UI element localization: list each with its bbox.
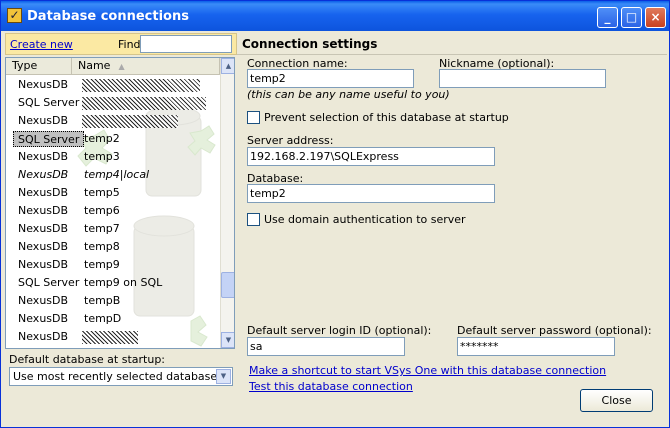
test-connection-link[interactable]: Test this database connection: [249, 380, 413, 393]
list-row[interactable]: NexusDB temp7: [6, 220, 220, 238]
list-header: Type Name ▲: [6, 58, 220, 75]
obscured-name: [82, 97, 206, 110]
list-scrollbar[interactable]: ▲ ▼: [220, 58, 234, 348]
window-title: Database connections: [27, 9, 189, 24]
minimize-button[interactable]: _: [597, 7, 618, 28]
list-row[interactable]: SQL Server: [6, 94, 220, 112]
connection-settings-title: Connection settings: [242, 37, 378, 51]
prevent-startup-checkbox[interactable]: [247, 111, 260, 124]
database-connections-window: ✓ Database connections _ □ × Create new …: [0, 0, 670, 428]
row-type: NexusDB: [18, 312, 69, 325]
divider: [237, 54, 667, 55]
list-row[interactable]: NexusDB: [6, 76, 220, 94]
domain-auth-label[interactable]: Use domain authentication to server: [264, 213, 466, 226]
row-type: NexusDB: [18, 114, 69, 127]
row-name: temp4|local: [84, 168, 150, 181]
list-row[interactable]: NexusDB temp4|local: [6, 166, 220, 184]
close-button[interactable]: Close: [580, 389, 653, 412]
row-name: tempB: [84, 294, 121, 307]
row-name: temp9: [84, 258, 120, 271]
column-header-type[interactable]: Type: [6, 58, 72, 75]
domain-auth-checkbox[interactable]: [247, 213, 260, 226]
obscured-name: [82, 79, 200, 92]
row-type: NexusDB: [18, 294, 69, 307]
column-header-type-label: Type: [12, 59, 38, 72]
row-type: NexusDB: [18, 150, 69, 163]
create-new-link[interactable]: Create new: [10, 38, 73, 51]
login-id-label: Default server login ID (optional):: [247, 324, 432, 337]
prevent-startup-label[interactable]: Prevent selection of this database at st…: [264, 111, 509, 124]
row-type: NexusDB: [18, 258, 69, 271]
list-row[interactable]: SQL Server temp9 on SQL: [6, 274, 220, 292]
row-type: SQL Server: [13, 131, 85, 147]
row-type: NexusDB: [18, 204, 69, 217]
row-name: temp9 on SQL: [84, 276, 163, 289]
list-row[interactable]: NexusDB temp3: [6, 148, 220, 166]
row-name: temp8: [84, 240, 120, 253]
list-row-selected[interactable]: SQL Server temp2: [6, 130, 220, 148]
row-type: NexusDB: [18, 330, 69, 343]
nickname-input[interactable]: [439, 69, 606, 88]
column-header-name-label: Name: [78, 59, 111, 72]
default-database-select[interactable]: Use most recently selected database ▼: [9, 367, 233, 386]
scroll-down-arrow-icon[interactable]: ▼: [221, 332, 234, 348]
login-id-input[interactable]: sa: [247, 337, 405, 356]
row-name: temp7: [84, 222, 120, 235]
server-address-input[interactable]: 192.168.2.197\SQLExpress: [247, 147, 495, 166]
row-name: temp5: [84, 186, 120, 199]
connection-name-hint: (this can be any name useful to you): [247, 88, 450, 101]
dropdown-arrow-icon[interactable]: ▼: [216, 369, 231, 384]
row-type: SQL Server: [18, 96, 80, 109]
server-address-label: Server address:: [247, 134, 334, 147]
row-name: tempD: [84, 312, 122, 325]
list-row[interactable]: NexusDB temp5: [6, 184, 220, 202]
database-input[interactable]: temp2: [247, 184, 495, 203]
column-header-name[interactable]: Name ▲: [72, 58, 220, 75]
connection-name-input[interactable]: temp2: [247, 69, 414, 88]
row-type: NexusDB: [18, 186, 69, 199]
password-label: Default server password (optional):: [457, 324, 652, 337]
list-row[interactable]: NexusDB temp6: [6, 202, 220, 220]
scroll-up-arrow-icon[interactable]: ▲: [221, 58, 234, 74]
list-row[interactable]: NexusDB: [6, 328, 220, 346]
row-name: temp3: [84, 150, 120, 163]
title-bar[interactable]: ✓ Database connections _ □ ×: [1, 1, 669, 31]
maximize-button[interactable]: □: [621, 7, 642, 28]
close-window-button[interactable]: ×: [645, 7, 666, 28]
row-name: temp2: [84, 132, 120, 145]
obscured-name: [82, 115, 178, 128]
list-row[interactable]: NexusDB temp9: [6, 256, 220, 274]
default-database-label: Default database at startup:: [9, 353, 166, 366]
vsys-checkmark-icon: ✓: [7, 8, 22, 23]
row-type: NexusDB: [18, 78, 69, 91]
row-type: NexusDB: [18, 168, 69, 181]
list-row[interactable]: NexusDB temp8: [6, 238, 220, 256]
list-row[interactable]: NexusDB tempD: [6, 310, 220, 328]
scrollbar-thumb[interactable]: [221, 272, 234, 298]
default-database-value: Use most recently selected database: [13, 370, 218, 383]
row-type: NexusDB: [18, 222, 69, 235]
make-shortcut-link[interactable]: Make a shortcut to start VSys One with t…: [249, 364, 606, 377]
password-input[interactable]: *******: [457, 337, 615, 356]
connection-settings-pane: Connection settings Connection name: tem…: [237, 33, 669, 423]
obscured-name: [82, 331, 138, 344]
list-row[interactable]: NexusDB: [6, 112, 220, 130]
find-toolbar: Create new Find:: [5, 33, 237, 55]
connection-list[interactable]: Type Name ▲ NexusDB SQL Server NexusDB SQ…: [5, 57, 235, 349]
sort-arrow-icon: ▲: [118, 62, 125, 71]
row-type: NexusDB: [18, 240, 69, 253]
find-input[interactable]: [140, 35, 232, 53]
row-type: SQL Server: [18, 276, 80, 289]
row-name: temp6: [84, 204, 120, 217]
list-row[interactable]: NexusDB tempB: [6, 292, 220, 310]
